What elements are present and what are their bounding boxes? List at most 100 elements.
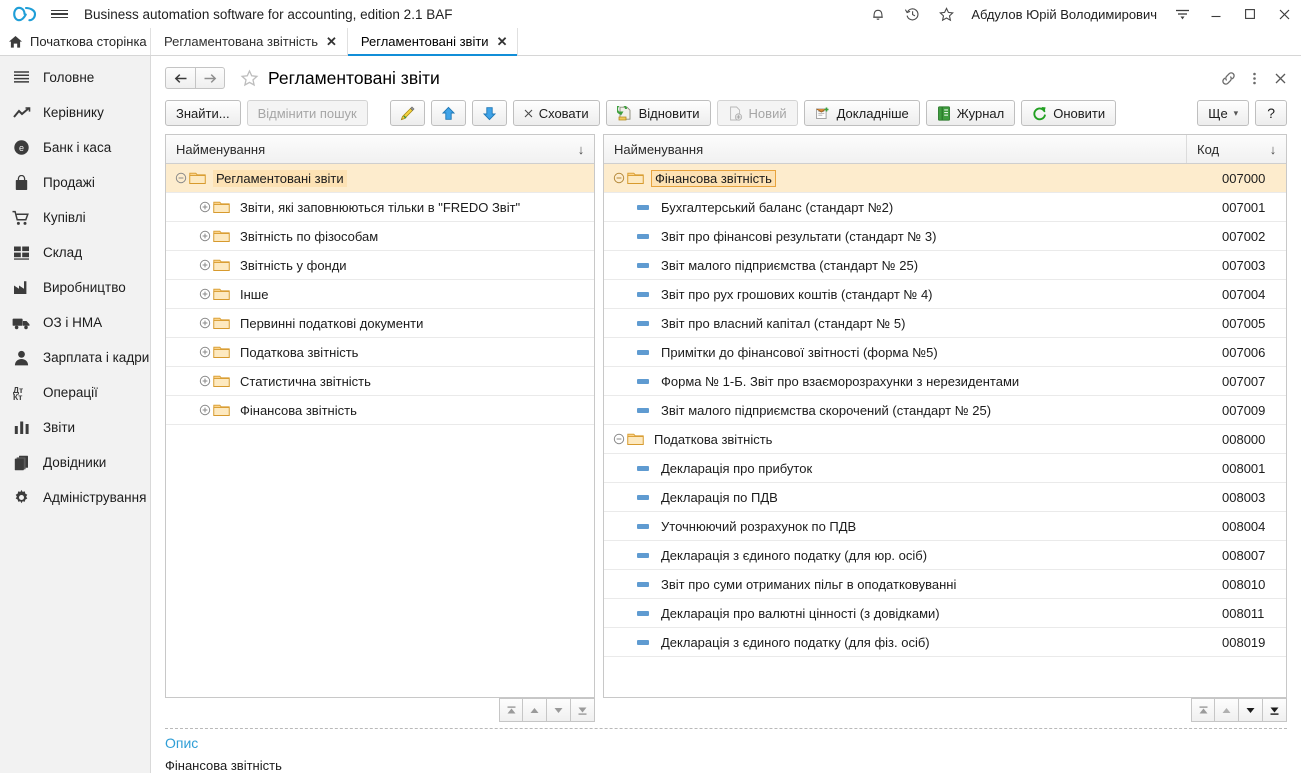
vertical-dots-icon[interactable]: [1241, 65, 1267, 91]
star-outline-icon[interactable]: [239, 68, 259, 88]
sidebar-item-oz-nma[interactable]: ОЗ і НМА: [0, 305, 150, 340]
table-row[interactable]: Податкова звітність: [166, 338, 594, 367]
table-row[interactable]: Декларація з єдиного податку (для фіз. о…: [604, 628, 1286, 657]
scroll-first-button[interactable]: [499, 698, 523, 722]
collapse-toggle-icon[interactable]: [172, 170, 189, 187]
folder-icon: [213, 200, 231, 214]
edit-button[interactable]: [389, 100, 425, 126]
table-row[interactable]: Звіт про суми отриманих пільг в оподатко…: [604, 570, 1286, 599]
tab-close-icon[interactable]: ✕: [497, 35, 508, 48]
table-row[interactable]: Звіт про фінансові результати (стандарт …: [604, 222, 1286, 251]
collapse-toggle-icon[interactable]: [610, 431, 627, 448]
back-button[interactable]: [165, 67, 195, 89]
tab-regulated-reporting[interactable]: Регламентована звітність ✕: [151, 28, 348, 55]
move-up-button[interactable]: [430, 100, 466, 126]
new-button[interactable]: Новий: [716, 100, 798, 126]
scroll-first-button[interactable]: [1191, 698, 1215, 722]
scroll-down-button[interactable]: [1239, 698, 1263, 722]
table-row[interactable]: Статистична звітність: [166, 367, 594, 396]
sidebar-item-kupivli[interactable]: Купівлі: [0, 200, 150, 235]
more-menu-button[interactable]: Ще ▾: [1197, 100, 1250, 126]
cancel-search-button[interactable]: Відмінити пошук: [246, 100, 368, 126]
description-title[interactable]: Опис: [165, 735, 1287, 751]
sidebar-item-kerivnyku[interactable]: Керівнику: [0, 95, 150, 130]
tab-home[interactable]: Початкова сторінка: [0, 28, 151, 55]
table-row[interactable]: Декларація по ПДВ 008003: [604, 483, 1286, 512]
table-row[interactable]: Фінансова звітність 007000: [604, 164, 1286, 193]
sidebar-item-golovne[interactable]: Головне: [0, 60, 150, 95]
scroll-last-button[interactable]: [1263, 698, 1287, 722]
menu-lines-icon[interactable]: [1165, 0, 1199, 28]
table-row[interactable]: Уточнюючий розрахунок по ПДВ 008004: [604, 512, 1286, 541]
tab-regulated-reports[interactable]: Регламентовані звіти ✕: [347, 28, 519, 56]
maximize-button[interactable]: [1233, 0, 1267, 28]
table-row[interactable]: Звітність по фізособам: [166, 222, 594, 251]
sidebar-item-zarplata-kadry[interactable]: Зарплата і кадри: [0, 340, 150, 375]
table-row[interactable]: Звітність у фонди: [166, 251, 594, 280]
tab-close-icon[interactable]: ✕: [326, 35, 337, 48]
table-row[interactable]: Бухгалтерський баланс (стандарт №2) 0070…: [604, 193, 1286, 222]
forward-button[interactable]: [195, 67, 225, 89]
table-row[interactable]: Звіт малого підприємства скорочений (ста…: [604, 396, 1286, 425]
scroll-down-button[interactable]: [547, 698, 571, 722]
sidebar-item-administruvannia[interactable]: Адміністрування: [0, 480, 150, 515]
journal-button[interactable]: Журнал: [925, 100, 1016, 126]
sidebar-item-dovidnyky[interactable]: Довідники: [0, 445, 150, 480]
right-header-code[interactable]: Код: [1186, 135, 1260, 163]
expand-toggle-icon[interactable]: [196, 344, 213, 361]
hide-button[interactable]: Сховати: [512, 100, 600, 126]
table-row[interactable]: Примітки до фінансової звітності (форма …: [604, 338, 1286, 367]
sidebar-item-prodazhi[interactable]: Продажі: [0, 165, 150, 200]
table-row[interactable]: Звіти, які заповнюються тільки в "FREDO …: [166, 193, 594, 222]
expand-toggle-icon[interactable]: [196, 199, 213, 216]
table-row[interactable]: Регламентовані звіти: [166, 164, 594, 193]
table-row[interactable]: Декларація про прибуток 008001: [604, 454, 1286, 483]
sidebar-item-vyrobnytstvo[interactable]: Виробництво: [0, 270, 150, 305]
scroll-last-button[interactable]: [571, 698, 595, 722]
table-row[interactable]: Інше: [166, 280, 594, 309]
hamburger-menu-icon[interactable]: [42, 0, 76, 28]
find-button[interactable]: Знайти...: [165, 100, 241, 126]
clock-history-icon[interactable]: [895, 0, 929, 28]
table-row[interactable]: Звіт про власний капітал (стандарт № 5) …: [604, 309, 1286, 338]
table-row[interactable]: Декларація про валютні цінності (з довід…: [604, 599, 1286, 628]
right-header-name[interactable]: Найменування: [604, 142, 1186, 157]
link-icon[interactable]: [1215, 65, 1241, 91]
scroll-up-button[interactable]: [1215, 698, 1239, 722]
expand-toggle-icon[interactable]: [196, 286, 213, 303]
table-row[interactable]: Форма № 1-Б. Звіт про взаєморозрахунки з…: [604, 367, 1286, 396]
table-row[interactable]: Звіт про рух грошових коштів (стандарт №…: [604, 280, 1286, 309]
move-down-button[interactable]: [471, 100, 507, 126]
table-row[interactable]: Звіт малого підприємства (стандарт № 25)…: [604, 251, 1286, 280]
table-row[interactable]: Декларація з єдиного податку (для юр. ос…: [604, 541, 1286, 570]
sidebar-item-sklad[interactable]: Склад: [0, 235, 150, 270]
left-header-name[interactable]: Найменування: [166, 142, 568, 157]
table-row[interactable]: Первинні податкові документи: [166, 309, 594, 338]
right-sort-arrow[interactable]: ↓: [1260, 142, 1286, 157]
expand-toggle-icon[interactable]: [196, 228, 213, 245]
grid-blocks-icon: [12, 243, 31, 262]
close-button[interactable]: [1267, 0, 1301, 28]
scroll-up-button[interactable]: [523, 698, 547, 722]
table-row[interactable]: Податкова звітність 008000: [604, 425, 1286, 454]
sidebar-item-bank-kasa[interactable]: e Банк і каса: [0, 130, 150, 165]
expand-toggle-icon[interactable]: [196, 373, 213, 390]
collapse-toggle-icon[interactable]: [610, 170, 627, 187]
star-icon[interactable]: [929, 0, 963, 28]
close-icon[interactable]: [1267, 65, 1293, 91]
restore-button[interactable]: Відновити: [605, 100, 711, 126]
minimize-button[interactable]: [1199, 0, 1233, 28]
help-button[interactable]: ?: [1255, 100, 1287, 126]
user-name[interactable]: Абдулов Юрій Володимирович: [963, 7, 1165, 22]
sidebar-item-zvity[interactable]: Звіти: [0, 410, 150, 445]
refresh-button[interactable]: Оновити: [1021, 100, 1117, 126]
expand-toggle-icon[interactable]: [196, 402, 213, 419]
details-button[interactable]: Докладніше: [803, 100, 920, 126]
expand-toggle-icon[interactable]: [196, 315, 213, 332]
row-label: Регламентовані звіти: [213, 169, 347, 187]
table-row[interactable]: Фінансова звітність: [166, 396, 594, 425]
left-sort-arrow[interactable]: ↓: [568, 142, 594, 157]
sidebar-item-operatsii[interactable]: Дт Кт Операції: [0, 375, 150, 410]
bell-icon[interactable]: [861, 0, 895, 28]
expand-toggle-icon[interactable]: [196, 257, 213, 274]
